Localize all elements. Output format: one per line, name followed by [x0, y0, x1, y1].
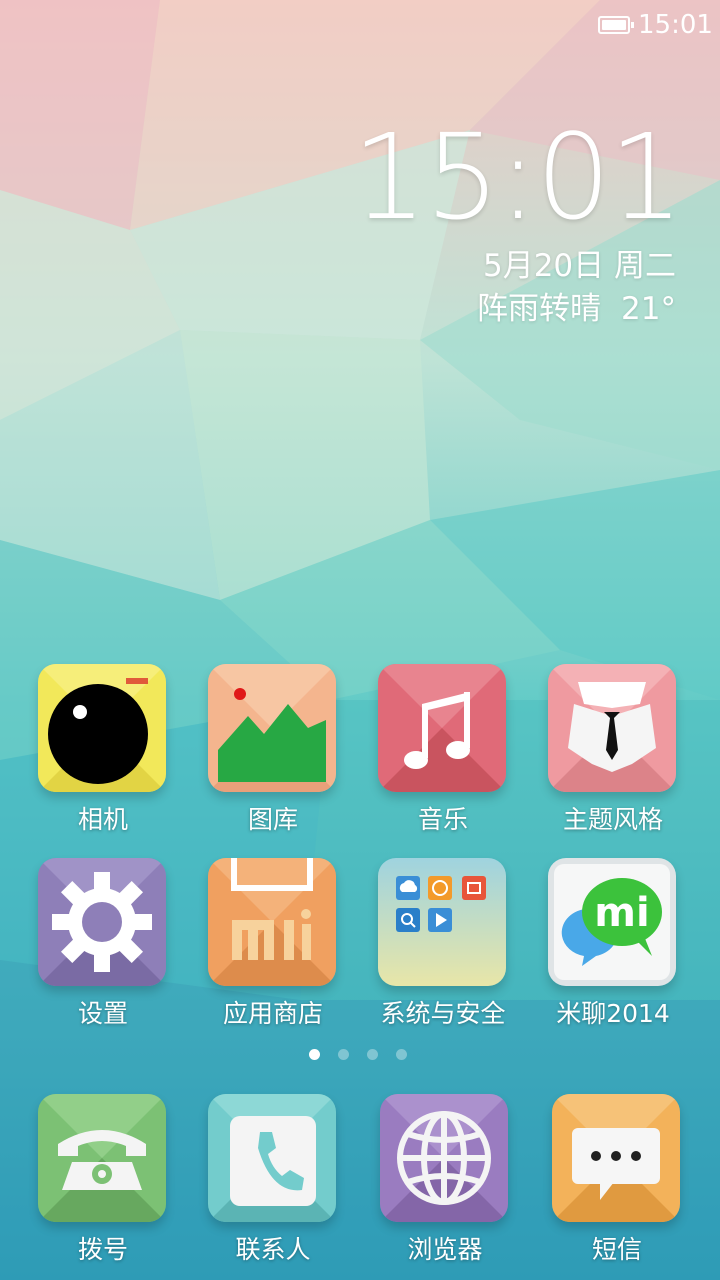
music-icon [378, 664, 506, 792]
miliao-icon: mi [548, 858, 676, 986]
app-settings[interactable]: 设置 [0, 858, 170, 1038]
page-dot-4[interactable] [396, 1049, 407, 1060]
page-dot-2[interactable] [338, 1049, 349, 1060]
system-security-folder-icon [378, 858, 506, 986]
dock-phone[interactable]: 拨号 [0, 1094, 170, 1274]
camera-icon [38, 664, 166, 792]
dock-messages[interactable]: 短信 [514, 1094, 684, 1274]
app-gallery[interactable]: 图库 [170, 664, 340, 844]
weather-text[interactable]: 阵雨转晴 21° [477, 283, 676, 328]
app-miliao[interactable]: mi 米聊2014 [510, 858, 680, 1038]
status-bar: 15:01 [0, 0, 720, 52]
page-dot-3[interactable] [367, 1049, 378, 1060]
app-label: 主题风格 [562, 805, 663, 834]
app-music[interactable]: 音乐 [340, 664, 510, 844]
messages-icon [552, 1094, 680, 1222]
app-camera[interactable]: 相机 [0, 664, 170, 844]
gallery-icon [208, 664, 336, 792]
page-dot-1[interactable] [309, 1049, 320, 1060]
theme-icon [548, 664, 676, 792]
page-indicator[interactable] [309, 1049, 419, 1061]
weather-condition: 阵雨转晴 [477, 291, 602, 327]
dock-label: 短信 [591, 1235, 642, 1264]
clock-time[interactable]: 15:01 [352, 108, 684, 246]
app-store[interactable]: 应用商店 [170, 858, 340, 1038]
settings-icon [38, 858, 166, 986]
folder-system-security[interactable]: 系统与安全 [340, 858, 510, 1038]
temperature: 21° [621, 291, 676, 327]
browser-icon [380, 1094, 508, 1222]
svg-text:mi: mi [594, 890, 649, 936]
app-label: 米聊2014 [556, 999, 670, 1028]
status-time: 15:01 [638, 10, 713, 40]
app-theme[interactable]: 主题风格 [510, 664, 680, 844]
date-text: 5月20日 周二 [482, 248, 676, 284]
battery-icon [598, 16, 634, 34]
dock-browser[interactable]: 浏览器 [342, 1094, 512, 1274]
contacts-icon [208, 1094, 336, 1222]
dock-contacts[interactable]: 联系人 [170, 1094, 340, 1274]
app-store-icon [208, 858, 336, 986]
phone-icon [38, 1094, 166, 1222]
